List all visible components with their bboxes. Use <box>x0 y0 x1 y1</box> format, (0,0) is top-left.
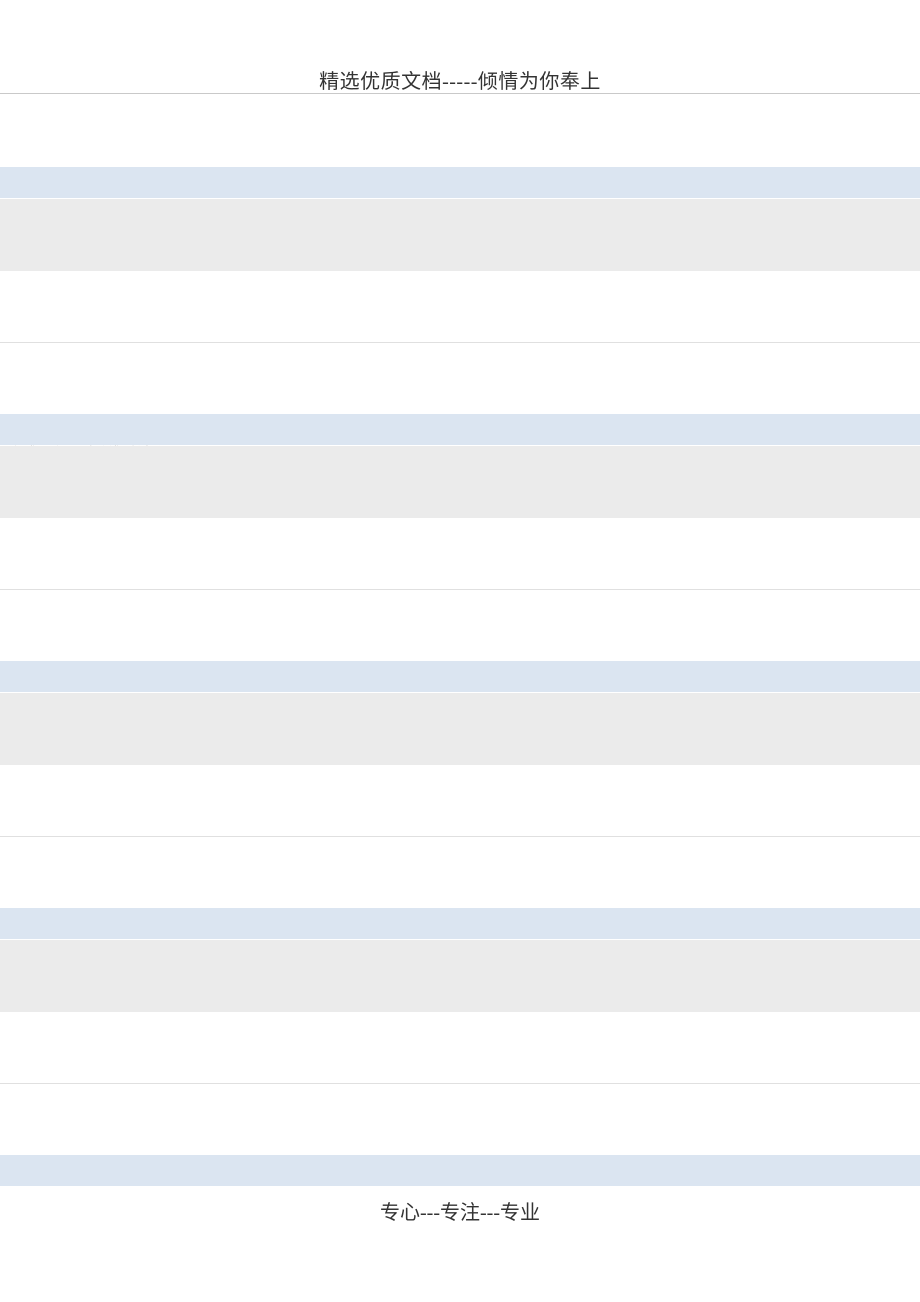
section-3-blue-band <box>0 661 920 692</box>
section-1-blue-band <box>0 167 920 198</box>
section-4-gray-band: 有形资产。 <box>0 940 920 1012</box>
document-page: 精选优质文档-----倾情为你奉上 从应税服务的销项税额中抵扣。 有形资产。 资… <box>0 0 920 1302</box>
section-4-blue-band <box>0 908 920 939</box>
page-footer: 专心---专注---专业 <box>0 1196 920 1225</box>
page-header-title: 精选优质文档-----倾情为你奉上 <box>319 71 601 93</box>
page-header: 精选优质文档-----倾情为你奉上 <box>0 65 920 94</box>
section-5-blue-band: 资产。 <box>0 1155 920 1186</box>
section-3-gray-band <box>0 693 920 765</box>
header-divider <box>0 93 920 94</box>
section-4-divider <box>0 1083 920 1084</box>
section-2-divider <box>0 589 920 590</box>
section-2-blue-band <box>0 414 920 445</box>
section-1-gray-band: 从应税服务的销项税额中抵扣。 <box>0 199 920 271</box>
section-1-divider <box>0 342 920 343</box>
section-3-divider <box>0 836 920 837</box>
page-footer-text: 专心---专注---专业 <box>380 1202 540 1224</box>
section-2-gray-band <box>0 446 920 518</box>
